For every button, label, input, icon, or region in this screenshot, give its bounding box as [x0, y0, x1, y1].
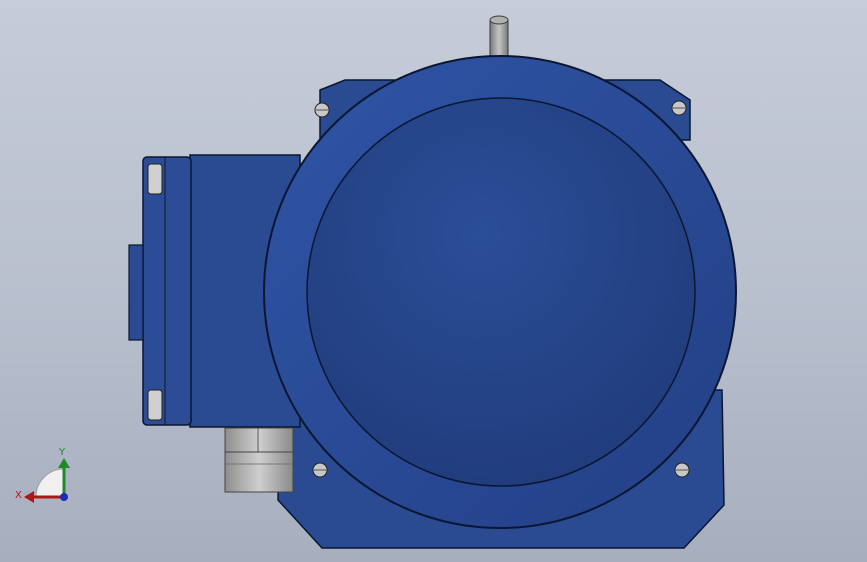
orientation-triad[interactable]: Y X: [0, 0, 867, 562]
y-axis-label: Y: [58, 447, 66, 458]
triad-plane: [35, 468, 65, 498]
x-axis-head: [24, 491, 34, 503]
y-axis-head: [58, 458, 70, 468]
model-viewport[interactable]: Y X: [0, 0, 867, 562]
z-axis-point: [60, 493, 68, 501]
x-axis-label: X: [15, 490, 22, 501]
